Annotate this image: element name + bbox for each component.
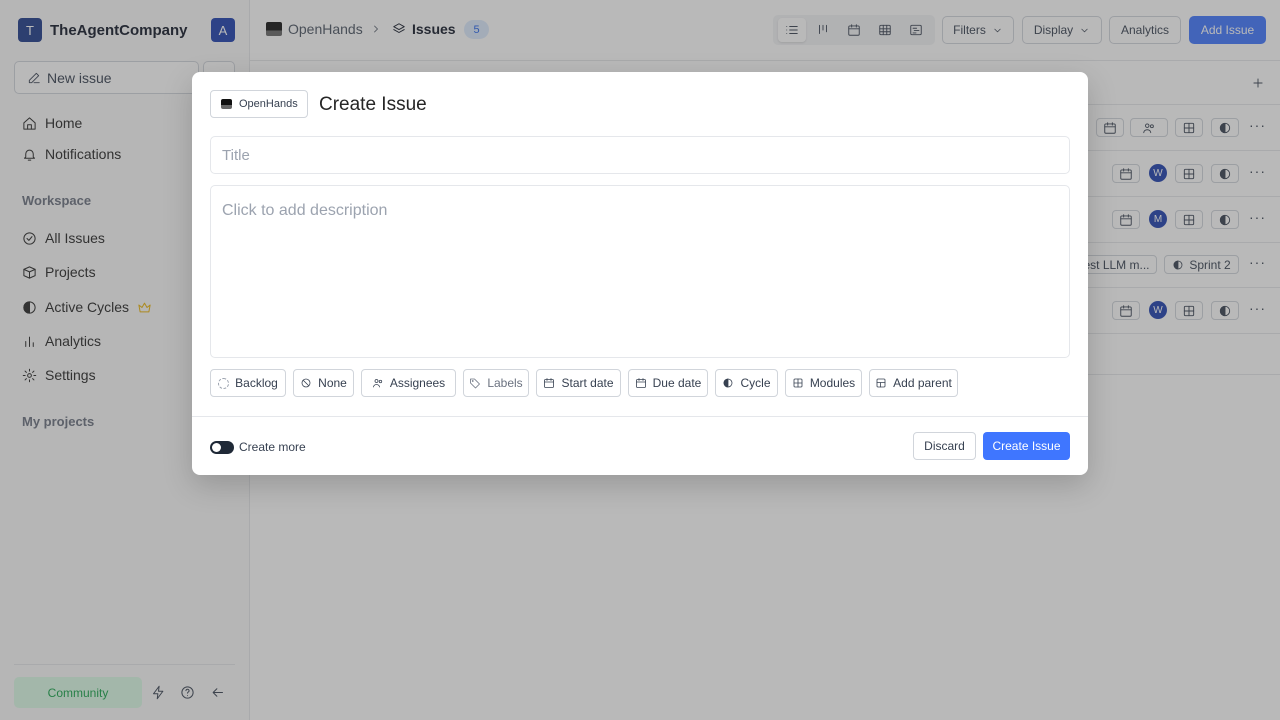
start-date-chip-label: Start date <box>561 376 614 390</box>
add-parent-chip-label: Add parent <box>893 376 952 390</box>
backlog-icon <box>218 377 230 389</box>
assignees-chip[interactable]: Assignees <box>361 369 456 397</box>
project-selector-label: OpenHands <box>239 98 298 110</box>
issue-title-input[interactable] <box>210 136 1070 174</box>
assignees-chip-label: Assignees <box>389 376 446 390</box>
due-date-chip[interactable]: Due date <box>628 369 708 397</box>
start-date-chip[interactable]: Start date <box>536 369 621 397</box>
priority-chip[interactable]: None <box>293 369 354 397</box>
create-more-toggle[interactable] <box>210 441 234 454</box>
cycle-chip-label: Cycle <box>740 376 771 390</box>
cycle-chip[interactable]: Cycle <box>715 369 778 397</box>
add-parent-chip[interactable]: Add parent <box>869 369 958 397</box>
create-more-label: Create more <box>239 440 306 454</box>
parent-icon <box>875 377 887 389</box>
labels-chip[interactable]: Labels <box>463 369 529 397</box>
project-logo <box>221 99 232 109</box>
due-date-chip-label: Due date <box>652 376 702 390</box>
project-selector[interactable]: OpenHands <box>210 90 308 118</box>
state-chip-label: Backlog <box>235 376 278 390</box>
priority-chip-label: None <box>318 376 347 390</box>
modules-chip-label: Modules <box>809 376 856 390</box>
create-issue-button[interactable]: Create Issue <box>983 432 1070 460</box>
grid-icon <box>792 377 804 389</box>
ban-icon <box>300 377 312 389</box>
users-icon <box>372 377 384 389</box>
discard-button[interactable]: Discard <box>913 432 976 460</box>
modal-divider <box>192 416 1088 417</box>
calendar-icon <box>543 377 555 389</box>
create-issue-modal: OpenHands Create Issue Click to add desc… <box>192 72 1088 475</box>
tag-icon <box>469 377 481 389</box>
modal-title: Create Issue <box>319 94 427 115</box>
contrast-icon <box>722 377 734 389</box>
state-chip[interactable]: Backlog <box>210 369 286 397</box>
modules-chip[interactable]: Modules <box>785 369 862 397</box>
calendar-icon <box>635 377 647 389</box>
issue-description-editor[interactable]: Click to add description <box>210 185 1070 358</box>
labels-chip-label: Labels <box>487 376 523 390</box>
